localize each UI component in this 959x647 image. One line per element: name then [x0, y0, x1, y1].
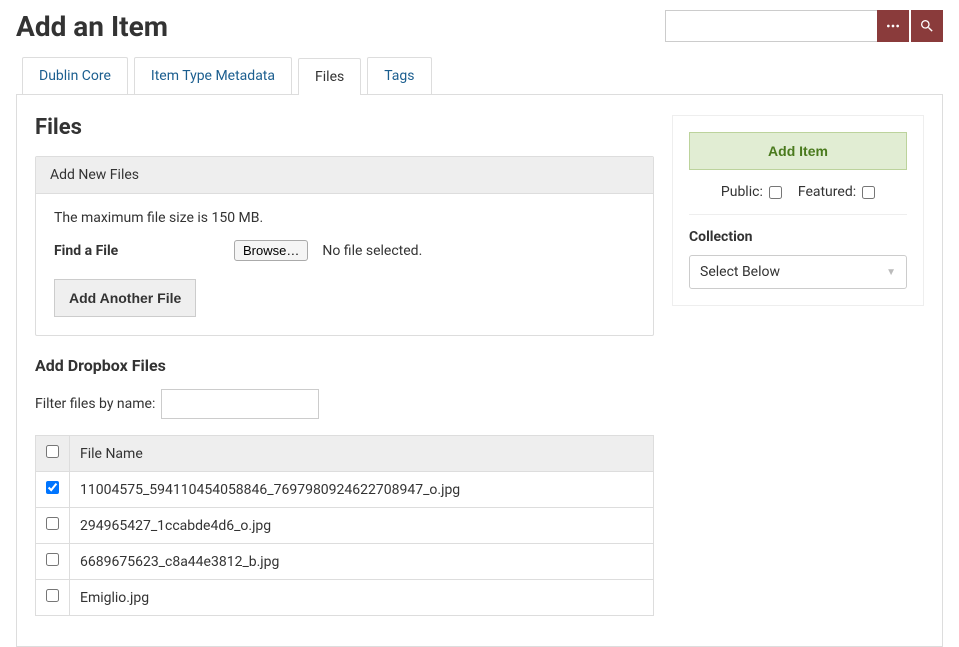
- sidebar-box: Add Item Public: Featured: Collection Se…: [672, 115, 924, 306]
- collection-select[interactable]: Select Below ▼: [689, 255, 907, 289]
- row-filename: Emiglio.jpg: [70, 580, 654, 616]
- search-button[interactable]: [911, 10, 943, 42]
- table-row: Emiglio.jpg: [36, 580, 654, 616]
- tab-tags[interactable]: Tags: [367, 57, 431, 94]
- tabs: Dublin Core Item Type Metadata Files Tag…: [16, 57, 943, 94]
- search-icon: [919, 18, 935, 34]
- tab-files[interactable]: Files: [298, 58, 361, 95]
- dropbox-heading: Add Dropbox Files: [35, 356, 654, 375]
- featured-label: Featured:: [798, 184, 856, 200]
- browse-button[interactable]: Browse…: [234, 240, 308, 261]
- dropbox-files-table: File Name 11004575_594110454058846_76979…: [35, 435, 654, 616]
- featured-checkbox[interactable]: [862, 186, 875, 199]
- no-file-text: No file selected.: [322, 243, 422, 259]
- tab-item-type-metadata[interactable]: Item Type Metadata: [134, 57, 292, 94]
- add-new-files-legend: Add New Files: [36, 157, 653, 194]
- files-heading: Files: [35, 115, 654, 140]
- row-checkbox[interactable]: [46, 589, 59, 602]
- search-group: [665, 10, 943, 42]
- find-file-label: Find a File: [54, 243, 224, 259]
- row-filename: 6689675623_c8a44e3812_b.jpg: [70, 544, 654, 580]
- max-size-hint: The maximum file size is 150 MB.: [54, 210, 635, 226]
- tab-dublin-core[interactable]: Dublin Core: [22, 57, 128, 94]
- table-row: 294965427_1ccabde4d6_o.jpg: [36, 508, 654, 544]
- page-title: Add an Item: [16, 10, 168, 43]
- select-all-checkbox[interactable]: [46, 445, 59, 458]
- collection-select-value: Select Below: [700, 264, 780, 280]
- chevron-down-icon: ▼: [886, 267, 896, 278]
- row-checkbox[interactable]: [46, 553, 59, 566]
- add-another-file-button[interactable]: Add Another File: [54, 279, 196, 317]
- filter-label: Filter files by name:: [35, 396, 155, 412]
- collection-label: Collection: [689, 229, 907, 245]
- row-checkbox[interactable]: [46, 517, 59, 530]
- featured-label-wrap: Featured:: [798, 184, 875, 200]
- table-header-filename: File Name: [70, 436, 654, 472]
- add-new-files-box: Add New Files The maximum file size is 1…: [35, 156, 654, 336]
- public-checkbox[interactable]: [769, 186, 782, 199]
- advanced-search-button[interactable]: [877, 10, 909, 42]
- add-item-button[interactable]: Add Item: [689, 132, 907, 170]
- public-label: Public:: [721, 184, 763, 200]
- row-filename: 11004575_594110454058846_769798092462270…: [70, 472, 654, 508]
- row-filename: 294965427_1ccabde4d6_o.jpg: [70, 508, 654, 544]
- table-row: 11004575_594110454058846_769798092462270…: [36, 472, 654, 508]
- ellipsis-icon: [885, 18, 901, 34]
- table-row: 6689675623_c8a44e3812_b.jpg: [36, 544, 654, 580]
- public-label-wrap: Public:: [721, 184, 782, 200]
- row-checkbox[interactable]: [46, 481, 59, 494]
- filter-input[interactable]: [161, 389, 319, 419]
- search-input[interactable]: [665, 10, 877, 42]
